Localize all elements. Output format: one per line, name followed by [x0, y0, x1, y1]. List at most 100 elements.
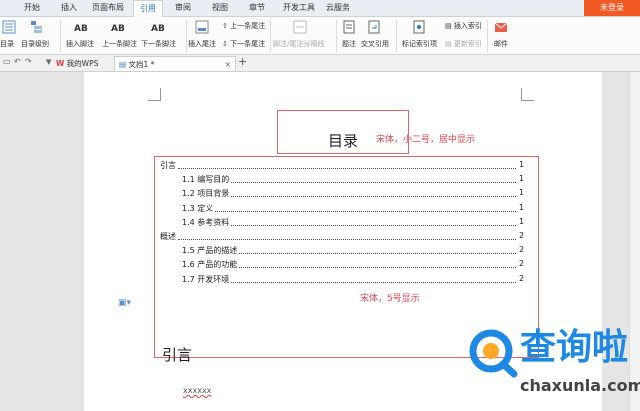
- menu-tab-references[interactable]: 引用: [133, 0, 163, 17]
- toc-entry[interactable]: 1.5 产品的描述: [182, 245, 237, 256]
- update-index-label: 更新索引: [453, 40, 482, 48]
- watermark-brand: 查询啦: [520, 327, 629, 368]
- insert-endnote-button[interactable]: 插入尾注: [188, 39, 216, 49]
- toc-button[interactable]: 目录: [0, 39, 14, 49]
- tab-my-wps[interactable]: W 我的WPS: [56, 56, 110, 71]
- tab-document-label: 文档1 *: [128, 60, 155, 69]
- toc-entry[interactable]: 1.3 定义: [182, 203, 213, 214]
- tab-my-wps-label: 我的WPS: [66, 59, 99, 68]
- mail-button[interactable]: 邮件: [494, 39, 508, 49]
- mark-index-icon[interactable]: [412, 20, 426, 34]
- menu-tab-view[interactable]: 视图: [212, 0, 228, 16]
- insert-endnote-icon[interactable]: [195, 20, 209, 34]
- toc-leader-dots: [231, 281, 516, 283]
- mail-icon[interactable]: [494, 20, 508, 34]
- prev-endnote-label: 上一条尾注: [230, 22, 266, 30]
- toc-page-number: 2: [519, 231, 525, 240]
- toc-entry[interactable]: 1.4 参考资料: [182, 217, 229, 228]
- menu-tab-layout[interactable]: 页面布局: [92, 0, 124, 16]
- wps-logo-icon: W: [56, 59, 65, 68]
- toc-leader-dots: [231, 224, 516, 226]
- toc-page-number: 1: [519, 174, 525, 184]
- separator: [186, 20, 187, 52]
- menu-tab-developer[interactable]: 开发工具: [283, 0, 315, 16]
- new-doc-icon[interactable]: ▭: [3, 57, 11, 66]
- document-icon: ▤: [119, 60, 127, 69]
- toc-leader-dots: [215, 210, 516, 212]
- prev-footnote-button[interactable]: 上一条脚注: [102, 39, 137, 49]
- caption-icon[interactable]: [342, 20, 356, 34]
- document-tab-bar: ▭ ↶ ↷ ▼ W 我的WPS ▤ 文档1 * × +: [0, 55, 640, 72]
- next-endnote-button[interactable]: ⇩ 下一条尾注: [222, 39, 265, 49]
- separator: [336, 20, 337, 52]
- toc-level-button[interactable]: 目录级别: [21, 39, 49, 49]
- toc-icon[interactable]: [2, 20, 16, 34]
- toc-page-number: 1: [519, 188, 525, 198]
- toc-leader-dots: [239, 267, 516, 269]
- next-endnote-label: 下一条尾注: [230, 40, 266, 48]
- toc-page-number: 1: [519, 202, 525, 212]
- undo-icon[interactable]: ↶: [14, 57, 21, 66]
- title-format-note: 宋体，小二号，居中显示: [376, 135, 476, 145]
- toc-entry[interactable]: 1.7 开发环境: [182, 274, 229, 285]
- separator: [396, 20, 397, 52]
- add-tab-button[interactable]: +: [238, 55, 247, 68]
- cross-reference-icon[interactable]: [367, 20, 381, 34]
- crop-mark-top-left: [148, 88, 161, 101]
- menu-tab-insert[interactable]: 插入: [61, 0, 77, 16]
- update-index-button: ▤ 更新索引: [445, 40, 482, 48]
- ab-prev-icon: AB: [111, 24, 125, 34]
- toc-entry[interactable]: 1.6 产品的功能: [182, 259, 237, 270]
- watermark-site: chaxunla.com: [520, 376, 640, 395]
- redo-icon[interactable]: ↷: [25, 57, 32, 66]
- ab-next-icon: AB: [151, 24, 165, 34]
- insert-index-label: 插入索引: [453, 22, 482, 30]
- menu-bar: 开始 插入 页面布局 引用 审阅 视图 章节 开发工具 云服务 未登录: [0, 0, 640, 17]
- toc-format-note: 宋体，5号显示: [360, 294, 420, 304]
- section-heading[interactable]: 引言: [162, 344, 192, 365]
- toc-page-number: 2: [519, 259, 525, 269]
- paste-options-icon[interactable]: ▣▾: [118, 298, 131, 308]
- separator: [487, 20, 488, 52]
- toc-leader-dots: [178, 168, 516, 169]
- caption-button[interactable]: 题注: [342, 39, 356, 49]
- ribbon-toolbar: 目录 目录级别 AB 插入脚注 AB 上一条脚注 AB 下一条脚注 插入尾注 ⇧…: [0, 17, 640, 55]
- footnote-separator-button: 脚注/尾注分隔线: [273, 40, 325, 48]
- toc-entry[interactable]: 1.1 编写目的: [182, 174, 229, 185]
- next-footnote-button[interactable]: 下一条脚注: [141, 39, 176, 49]
- insert-index-button[interactable]: ▤ 插入索引: [445, 21, 482, 31]
- cross-reference-button[interactable]: 交叉引用: [361, 39, 389, 49]
- footnote-separator-icon: [293, 20, 307, 34]
- separator: [60, 20, 61, 52]
- toc-leader-dots: [231, 182, 516, 184]
- toc-page-number: 1: [519, 160, 525, 169]
- body-text[interactable]: xxxxxx: [183, 386, 211, 395]
- mark-index-button[interactable]: 标记索引项: [402, 39, 437, 49]
- toc-entry[interactable]: 引言: [160, 160, 176, 171]
- prev-endnote-button[interactable]: ⇧ 上一条尾注: [222, 21, 265, 31]
- tab-document[interactable]: ▤ 文档1 * ×: [114, 56, 236, 71]
- toc-leader-dots: [231, 196, 516, 198]
- ab-icon: AB: [74, 24, 88, 34]
- toc-page-number: 1: [519, 216, 525, 226]
- toc-page-number: 2: [519, 273, 525, 283]
- menu-tab-cloud[interactable]: 云服务: [326, 0, 350, 16]
- toc-entry[interactable]: 1.2 项目背景: [182, 188, 229, 199]
- toc-leader-dots: [239, 253, 516, 255]
- insert-footnote-button[interactable]: 插入脚注: [66, 39, 94, 49]
- login-button[interactable]: 未登录: [584, 0, 640, 16]
- menu-tab-review[interactable]: 审阅: [175, 0, 191, 16]
- close-tab-icon[interactable]: ×: [225, 57, 231, 72]
- crop-mark-top-right: [521, 88, 534, 101]
- toc-entry[interactable]: 概述: [160, 231, 176, 242]
- separator: [270, 20, 271, 52]
- dropdown-arrow-icon[interactable]: ▼: [46, 58, 51, 66]
- search-magnifier-icon: [469, 329, 518, 378]
- toc-title[interactable]: 目录: [328, 130, 358, 151]
- toc-leader-dots: [178, 239, 516, 240]
- toc-page-number: 2: [519, 245, 525, 255]
- menu-tab-start[interactable]: 开始: [24, 0, 40, 16]
- watermark: 查询啦 chaxunla.com: [462, 322, 640, 411]
- toc-level-icon[interactable]: [30, 20, 44, 34]
- menu-tab-chapter[interactable]: 章节: [249, 0, 265, 16]
